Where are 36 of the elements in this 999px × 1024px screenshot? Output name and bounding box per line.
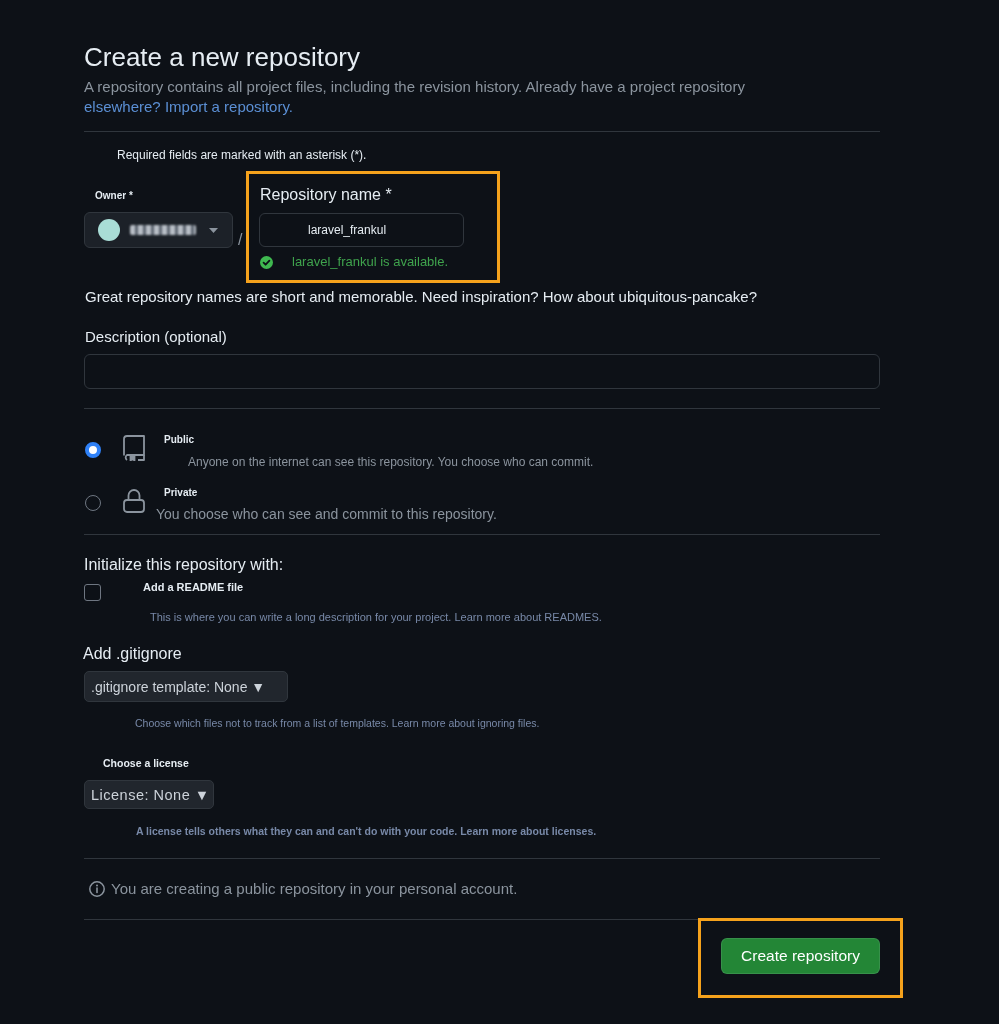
book-icon [123, 435, 145, 461]
readme-label: Add a README file [143, 581, 245, 594]
radio-button[interactable] [85, 442, 101, 458]
gitignore-select[interactable]: .gitignore template: None ▼ [84, 671, 288, 702]
option-description: You choose who can see and commit to this repository. [156, 505, 497, 523]
license-label: Choose a license [102, 756, 190, 770]
section-heading: Initialize this repository with: [84, 555, 285, 575]
option-title: Public [163, 434, 195, 446]
owner-label: Owner * [94, 190, 134, 202]
option-description: Anyone on the internet can see this repository. You choose who can commit. [187, 454, 594, 470]
option-title: Private [163, 487, 199, 499]
create-repository-button[interactable]: Create repository [721, 938, 880, 974]
import-link[interactable]: elsewhere? Import a repository. [84, 98, 293, 115]
name-suggestion: Great repository names are short and memorable. Need inspiration? How about ubiquitous-pancake? [84, 287, 759, 307]
license-select[interactable]: License: None ▼ [84, 780, 214, 809]
availability-message: laravel_frankul is available. [292, 255, 449, 269]
repository-name-field[interactable]: laravel_frankul [259, 213, 464, 247]
repository-name-label: Repository name * [260, 185, 393, 205]
avatar-icon [98, 219, 120, 241]
separator-slash: / [238, 231, 244, 249]
required-note: Required fields are marked with an asterisk (*). [116, 147, 368, 163]
description-label: Description (optional) [84, 327, 228, 347]
license-hint: A license tells others what they can and can't do with your code. Learn more about licenses. [135, 824, 598, 838]
caret-icon [209, 227, 218, 233]
page-title: Create a new repository [84, 41, 362, 73]
lock-icon [123, 489, 145, 513]
description-field[interactable] [84, 354, 880, 389]
readme-hint: This is where you can write a long description for your project. Learn more about READMES. [149, 610, 602, 624]
owner-dropdown[interactable] [84, 212, 233, 248]
readme-checkbox[interactable] [84, 584, 101, 601]
notice-text: You are creating a public repository in your personal account. [111, 879, 518, 899]
page-description: A repository contains all project files, including the revision history. Already have a project repository elsewhere? Import a repository. [84, 77, 746, 117]
blurred-text [130, 225, 196, 235]
section-heading: Add .gitignore [83, 644, 183, 664]
gitignore-hint: Choose which files not to track from a list of templates. Learn more about ignoring files. [134, 716, 541, 730]
info-icon [89, 881, 105, 897]
